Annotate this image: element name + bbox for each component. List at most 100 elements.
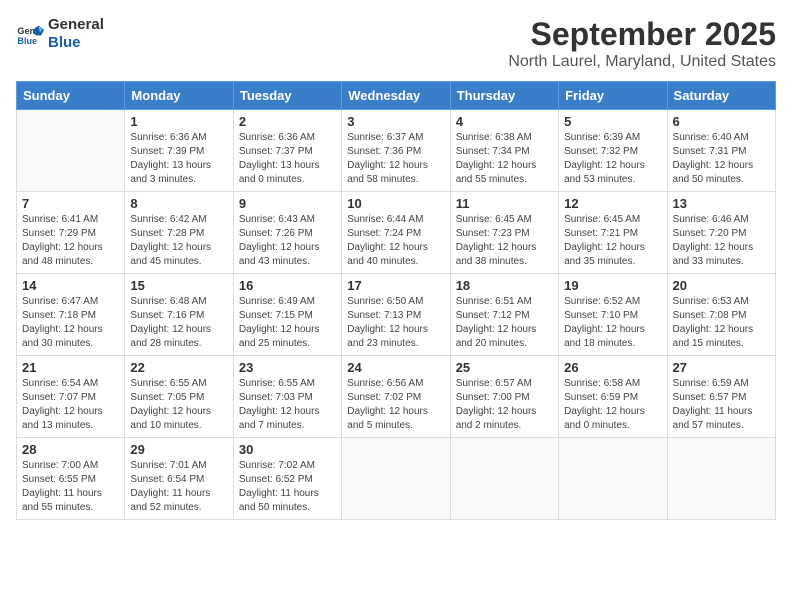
day-info: Sunrise: 6:38 AM Sunset: 7:34 PM Dayligh…: [456, 131, 553, 187]
day-info: Sunrise: 6:39 AM Sunset: 7:32 PM Dayligh…: [564, 131, 661, 187]
day-number: 28: [22, 442, 119, 457]
calendar-cell: [559, 438, 667, 520]
calendar-cell: 28 Sunrise: 7:00 AM Sunset: 6:55 PM Dayli…: [17, 438, 125, 520]
calendar-week-row: 1Sunrise: 6:36 AM Sunset: 7:39 PM Daylig…: [17, 110, 776, 192]
calendar-cell: 7 Sunrise: 6:41 AM Sunset: 7:29 PM Daylig…: [17, 192, 125, 274]
calendar-cell: 5Sunrise: 6:39 AM Sunset: 7:32 PM Daylig…: [559, 110, 667, 192]
day-number: 11: [456, 196, 553, 211]
day-info: Sunrise: 6:56 AM Sunset: 7:02 PM Dayligh…: [347, 377, 444, 433]
day-info: Sunrise: 6:45 AM Sunset: 7:21 PM Dayligh…: [564, 213, 661, 269]
calendar-cell: [342, 438, 450, 520]
header-sunday: Sunday: [17, 82, 125, 110]
calendar-week-row: 21 Sunrise: 6:54 AM Sunset: 7:07 PM Dayli…: [17, 356, 776, 438]
month-year-title: September 2025: [508, 16, 776, 53]
day-number: 30: [239, 442, 336, 457]
day-info: Sunrise: 6:41 AM Sunset: 7:29 PM Dayligh…: [22, 213, 119, 269]
calendar-cell: 1Sunrise: 6:36 AM Sunset: 7:39 PM Daylig…: [125, 110, 233, 192]
day-number: 22: [130, 360, 227, 375]
header-tuesday: Tuesday: [233, 82, 341, 110]
calendar-cell: 29 Sunrise: 7:01 AM Sunset: 6:54 PM Dayli…: [125, 438, 233, 520]
day-number: 29: [130, 442, 227, 457]
day-info: Sunrise: 7:01 AM Sunset: 6:54 PM Dayligh…: [130, 459, 227, 515]
calendar-cell: 25Sunrise: 6:57 AM Sunset: 7:00 PM Dayli…: [450, 356, 558, 438]
calendar-cell: [450, 438, 558, 520]
calendar-cell: 30 Sunrise: 7:02 AM Sunset: 6:52 PM Dayli…: [233, 438, 341, 520]
calendar-cell: 12 Sunrise: 6:45 AM Sunset: 7:21 PM Dayli…: [559, 192, 667, 274]
calendar-cell: 18Sunrise: 6:51 AM Sunset: 7:12 PM Dayli…: [450, 274, 558, 356]
logo-icon: General Blue: [16, 20, 44, 48]
page-header: General Blue General Blue September 2025…: [16, 16, 776, 71]
day-info: Sunrise: 6:36 AM Sunset: 7:39 PM Dayligh…: [130, 131, 227, 187]
day-number: 13: [673, 196, 770, 211]
day-info: Sunrise: 6:58 AM Sunset: 6:59 PM Dayligh…: [564, 377, 661, 433]
calendar-cell: 13 Sunrise: 6:46 AM Sunset: 7:20 PM Dayli…: [667, 192, 775, 274]
day-info: Sunrise: 6:44 AM Sunset: 7:24 PM Dayligh…: [347, 213, 444, 269]
svg-text:Blue: Blue: [17, 36, 37, 46]
weekday-header-row: Sunday Monday Tuesday Wednesday Thursday…: [17, 82, 776, 110]
calendar-cell: [667, 438, 775, 520]
day-number: 12: [564, 196, 661, 211]
calendar-cell: 20 Sunrise: 6:53 AM Sunset: 7:08 PM Dayli…: [667, 274, 775, 356]
calendar-cell: 11 Sunrise: 6:45 AM Sunset: 7:23 PM Dayli…: [450, 192, 558, 274]
calendar-cell: 24 Sunrise: 6:56 AM Sunset: 7:02 PM Dayli…: [342, 356, 450, 438]
title-section: September 2025 North Laurel, Maryland, U…: [508, 16, 776, 71]
calendar-cell: 15 Sunrise: 6:48 AM Sunset: 7:16 PM Dayli…: [125, 274, 233, 356]
day-number: 7: [22, 196, 119, 211]
calendar-cell: 19 Sunrise: 6:52 AM Sunset: 7:10 PM Dayli…: [559, 274, 667, 356]
day-info: Sunrise: 7:00 AM Sunset: 6:55 PM Dayligh…: [22, 459, 119, 515]
day-info: Sunrise: 6:48 AM Sunset: 7:16 PM Dayligh…: [130, 295, 227, 351]
calendar-cell: 9 Sunrise: 6:43 AM Sunset: 7:26 PM Daylig…: [233, 192, 341, 274]
day-info: Sunrise: 6:42 AM Sunset: 7:28 PM Dayligh…: [130, 213, 227, 269]
day-number: 26: [564, 360, 661, 375]
calendar-cell: 10Sunrise: 6:44 AM Sunset: 7:24 PM Dayli…: [342, 192, 450, 274]
calendar-cell: [17, 110, 125, 192]
header-saturday: Saturday: [667, 82, 775, 110]
day-number: 20: [673, 278, 770, 293]
day-number: 3: [347, 114, 444, 129]
calendar-cell: 27Sunrise: 6:59 AM Sunset: 6:57 PM Dayli…: [667, 356, 775, 438]
calendar-week-row: 14 Sunrise: 6:47 AM Sunset: 7:18 PM Dayli…: [17, 274, 776, 356]
day-number: 21: [22, 360, 119, 375]
header-thursday: Thursday: [450, 82, 558, 110]
header-friday: Friday: [559, 82, 667, 110]
day-info: Sunrise: 6:55 AM Sunset: 7:05 PM Dayligh…: [130, 377, 227, 433]
day-info: Sunrise: 6:37 AM Sunset: 7:36 PM Dayligh…: [347, 131, 444, 187]
day-info: Sunrise: 6:50 AM Sunset: 7:13 PM Dayligh…: [347, 295, 444, 351]
day-info: Sunrise: 6:40 AM Sunset: 7:31 PM Dayligh…: [673, 131, 770, 187]
day-info: Sunrise: 6:47 AM Sunset: 7:18 PM Dayligh…: [22, 295, 119, 351]
calendar-cell: 8 Sunrise: 6:42 AM Sunset: 7:28 PM Daylig…: [125, 192, 233, 274]
day-number: 15: [130, 278, 227, 293]
day-info: Sunrise: 6:49 AM Sunset: 7:15 PM Dayligh…: [239, 295, 336, 351]
calendar-cell: 26 Sunrise: 6:58 AM Sunset: 6:59 PM Dayli…: [559, 356, 667, 438]
logo-blue: Blue: [48, 34, 104, 52]
logo-general: General: [48, 16, 104, 34]
day-number: 14: [22, 278, 119, 293]
day-info: Sunrise: 7:02 AM Sunset: 6:52 PM Dayligh…: [239, 459, 336, 515]
day-info: Sunrise: 6:52 AM Sunset: 7:10 PM Dayligh…: [564, 295, 661, 351]
day-info: Sunrise: 6:53 AM Sunset: 7:08 PM Dayligh…: [673, 295, 770, 351]
calendar-cell: 3 Sunrise: 6:37 AM Sunset: 7:36 PM Daylig…: [342, 110, 450, 192]
calendar-cell: 14 Sunrise: 6:47 AM Sunset: 7:18 PM Dayli…: [17, 274, 125, 356]
day-number: 6: [673, 114, 770, 129]
day-info: Sunrise: 6:43 AM Sunset: 7:26 PM Dayligh…: [239, 213, 336, 269]
day-number: 4: [456, 114, 553, 129]
day-info: Sunrise: 6:46 AM Sunset: 7:20 PM Dayligh…: [673, 213, 770, 269]
day-number: 8: [130, 196, 227, 211]
calendar-week-row: 7 Sunrise: 6:41 AM Sunset: 7:29 PM Daylig…: [17, 192, 776, 274]
day-info: Sunrise: 6:55 AM Sunset: 7:03 PM Dayligh…: [239, 377, 336, 433]
day-number: 19: [564, 278, 661, 293]
calendar-cell: 4 Sunrise: 6:38 AM Sunset: 7:34 PM Daylig…: [450, 110, 558, 192]
day-number: 18: [456, 278, 553, 293]
day-info: Sunrise: 6:57 AM Sunset: 7:00 PM Dayligh…: [456, 377, 553, 433]
calendar-cell: 16Sunrise: 6:49 AM Sunset: 7:15 PM Dayli…: [233, 274, 341, 356]
day-info: Sunrise: 6:45 AM Sunset: 7:23 PM Dayligh…: [456, 213, 553, 269]
day-number: 24: [347, 360, 444, 375]
day-number: 27: [673, 360, 770, 375]
day-number: 17: [347, 278, 444, 293]
day-number: 23: [239, 360, 336, 375]
day-number: 9: [239, 196, 336, 211]
logo: General Blue General Blue: [16, 16, 104, 52]
calendar-cell: 22 Sunrise: 6:55 AM Sunset: 7:05 PM Dayli…: [125, 356, 233, 438]
header-wednesday: Wednesday: [342, 82, 450, 110]
day-info: Sunrise: 6:54 AM Sunset: 7:07 PM Dayligh…: [22, 377, 119, 433]
